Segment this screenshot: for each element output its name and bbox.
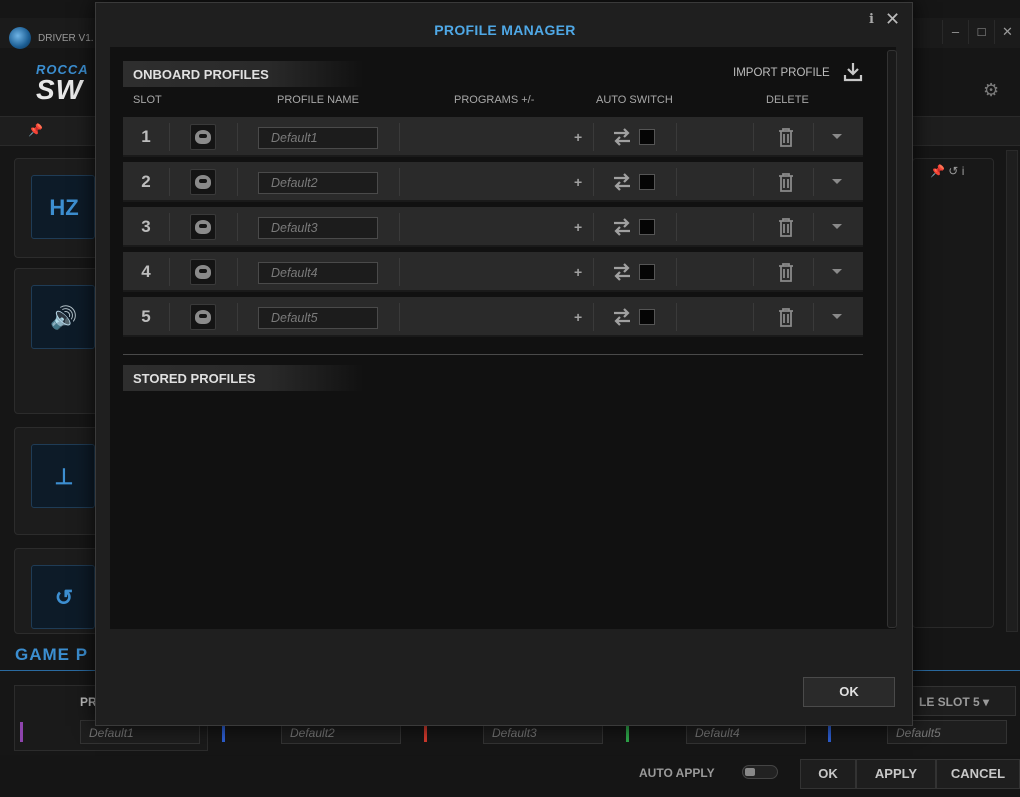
add-program-button[interactable]: + [574, 309, 582, 325]
profile-image-icon[interactable] [190, 169, 216, 195]
auto-switch-icon [614, 218, 630, 236]
auto-switch-icon [614, 308, 630, 326]
profile-name-input[interactable]: Default2 [258, 172, 378, 194]
game-profiles-title: GAME P [15, 645, 89, 664]
roccat-logo-icon [9, 27, 31, 49]
profile-image-icon[interactable] [190, 304, 216, 330]
info-icon[interactable]: i [869, 12, 874, 27]
slot-number: 1 [141, 127, 151, 146]
maximize-icon[interactable]: □ [968, 20, 994, 44]
window-close-icon[interactable]: ✕ [994, 20, 1020, 44]
slot-color-marker [20, 722, 23, 742]
profile-row-1: 1 Default1 + [123, 117, 863, 157]
profile-row-2: 2 Default2 + [123, 162, 863, 202]
auto-apply-label: AUTO APPLY [639, 766, 715, 780]
reset-icon[interactable]: ↺ [31, 565, 95, 629]
slot-number: 4 [141, 262, 151, 281]
speaker-icon[interactable]: 🔊 [31, 285, 95, 349]
brand-logo: ROCCA SW [36, 62, 89, 105]
close-icon[interactable]: ✕ [885, 9, 900, 30]
profile-name-input[interactable]: Default1 [258, 127, 378, 149]
profile-image-icon[interactable] [190, 214, 216, 240]
distance-icon[interactable]: ⊥ [31, 444, 95, 508]
info-icon[interactable]: i [962, 164, 965, 178]
main-scrollbar[interactable] [1006, 150, 1018, 632]
column-header-auto-switch: AUTO SWITCH [596, 94, 673, 106]
auto-switch-icon [614, 128, 630, 146]
delete-trash-icon[interactable] [777, 126, 795, 148]
section-divider [123, 354, 863, 355]
delete-trash-icon[interactable] [777, 171, 795, 193]
add-program-button[interactable]: + [574, 174, 582, 190]
row-expand-chevron-icon[interactable] [832, 134, 842, 139]
profile-slot-select[interactable]: LE SLOT 5 ▾ [912, 686, 1016, 716]
auto-switch-checkbox[interactable] [639, 219, 655, 235]
row-expand-chevron-icon[interactable] [832, 269, 842, 274]
settings-gear-icon[interactable]: ⚙ [983, 80, 999, 101]
profile-row-4: 4 Default4 + [123, 252, 863, 292]
add-program-button[interactable]: + [574, 129, 582, 145]
right-panel [912, 158, 994, 628]
auto-switch-checkbox[interactable] [639, 174, 655, 190]
slot-number: 2 [141, 172, 151, 191]
hz-icon[interactable]: HZ [31, 175, 95, 239]
auto-switch-icon [614, 263, 630, 281]
dialog-title: PROFILE MANAGER [434, 22, 576, 38]
profile-image-icon[interactable] [190, 259, 216, 285]
import-download-icon[interactable] [842, 61, 864, 83]
column-header-profile-name: PROFILE NAME [277, 94, 359, 106]
profile-manager-dialog: PROFILE MANAGER i ✕ ONBOARD PROFILES IMP… [95, 2, 913, 726]
pin-blue-icon[interactable]: 📌 [930, 164, 945, 178]
profile-row-5: 5 Default5 + [123, 297, 863, 337]
column-header-delete: DELETE [766, 94, 809, 106]
ok-button[interactable]: OK [803, 677, 895, 707]
onboard-profiles-header: ONBOARD PROFILES [123, 61, 363, 87]
dialog-scrollbar[interactable] [887, 50, 897, 628]
row-expand-chevron-icon[interactable] [832, 224, 842, 229]
window-controls: – □ ✕ [942, 20, 1020, 44]
apply-button[interactable]: APPLY [856, 759, 936, 789]
stored-profiles-header: STORED PROFILES [123, 365, 363, 391]
auto-switch-checkbox[interactable] [639, 264, 655, 280]
slot-number: 5 [141, 307, 151, 326]
profile-name-input[interactable]: Default5 [258, 307, 378, 329]
auto-apply-toggle[interactable] [742, 765, 778, 779]
auto-switch-icon [614, 173, 630, 191]
profile-image-icon[interactable] [190, 124, 216, 150]
profile-name-input[interactable]: Default3 [258, 217, 378, 239]
add-program-button[interactable]: + [574, 264, 582, 280]
slot-number: 3 [141, 217, 151, 236]
import-profile-label[interactable]: IMPORT PROFILE [733, 67, 830, 79]
auto-switch-checkbox[interactable] [639, 309, 655, 325]
column-header-programs: PROGRAMS +/- [454, 94, 535, 106]
minimize-icon[interactable]: – [942, 20, 968, 44]
delete-trash-icon[interactable] [777, 216, 795, 238]
bg-ok-button[interactable]: OK [800, 759, 856, 789]
cancel-button[interactable]: CANCEL [936, 759, 1020, 789]
right-panel-icons: 📌 ↺ i [930, 164, 964, 178]
undo-icon[interactable]: ↺ [948, 164, 958, 178]
auto-switch-checkbox[interactable] [639, 129, 655, 145]
column-header-slot: SLOT [133, 94, 162, 106]
profile-row-3: 3 Default3 + [123, 207, 863, 247]
row-expand-chevron-icon[interactable] [832, 314, 842, 319]
delete-trash-icon[interactable] [777, 306, 795, 328]
driver-version-label: DRIVER V1. [38, 33, 94, 44]
profile-name-input[interactable]: Default4 [258, 262, 378, 284]
add-program-button[interactable]: + [574, 219, 582, 235]
row-expand-chevron-icon[interactable] [832, 179, 842, 184]
pin-icon[interactable]: 📌 [28, 123, 43, 137]
delete-trash-icon[interactable] [777, 261, 795, 283]
